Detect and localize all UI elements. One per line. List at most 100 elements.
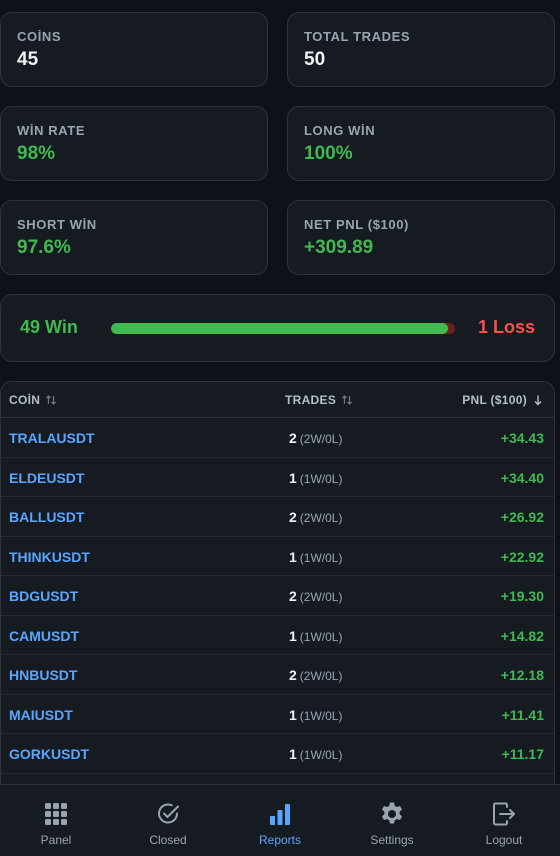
pnl-cell: +22.92 <box>500 548 544 565</box>
table-row[interactable]: CAMUSDT 1 (1W/0L) +14.82 <box>1 616 554 655</box>
stat-value: +309.89 <box>304 237 374 258</box>
coin-link[interactable]: MAIUSDT <box>9 707 73 723</box>
nav-panel[interactable]: Panel <box>0 785 112 856</box>
win-loss-breakdown: (1W/0L) <box>299 550 343 565</box>
win-loss-breakdown: (2W/0L) <box>299 511 343 525</box>
coin-link[interactable]: CAMUSDT <box>9 628 79 644</box>
trade-count: 2 <box>289 588 297 604</box>
pnl-cell: +11.17 <box>501 746 544 762</box>
bottom-nav: Panel Closed Reports Settings Logout <box>0 784 560 856</box>
pnl-cell: +34.43 <box>500 430 544 446</box>
column-header-label: TRADES <box>285 393 337 407</box>
stat-value: 97.6% <box>17 237 71 258</box>
win-loss-breakdown: (1W/0L) <box>299 708 343 723</box>
stat-card-short-win: SHORT WİN 97.6% <box>0 200 268 275</box>
stat-label: LONG WİN <box>304 123 376 138</box>
table-row[interactable]: THINKUSDT 1 (1W/0L) +22.92 <box>1 537 554 576</box>
nav-label: Logout <box>485 833 523 847</box>
table-row[interactable]: MAIUSDT 1 (1W/0L) +11.41 <box>1 695 554 734</box>
column-header-pnl[interactable]: PNL ($100) <box>462 393 544 407</box>
win-count: 49 Win <box>20 317 78 337</box>
column-header-coin[interactable]: COİN <box>9 393 57 407</box>
coin-link[interactable]: GORKUSDT <box>9 746 89 762</box>
pnl-cell: +14.82 <box>500 627 544 644</box>
check-circle-icon <box>158 803 179 824</box>
table-row[interactable]: TRALAUSDT 2 (2W/0L) +34.43 <box>1 418 554 458</box>
stat-card-long-win: LONG WİN 100% <box>287 106 555 181</box>
nav-label: Closed <box>149 833 187 847</box>
trade-count: 1 <box>289 469 297 486</box>
trade-count: 1 <box>289 746 297 762</box>
coin-table: COİN TRADES PNL ($100) TRALAUSDT 2 (2W/0L… <box>0 381 555 801</box>
nav-label: Settings <box>370 833 414 847</box>
trades-cell: 1 (1W/0L) <box>289 746 342 762</box>
trades-cell: 1 (1W/0L) <box>289 707 342 723</box>
trades-cell: 1 (1W/0L) <box>289 470 342 486</box>
stat-label: WİN RATE <box>17 123 86 138</box>
stat-value: 98% <box>17 143 56 164</box>
trades-cell: 1 (1W/0L) <box>289 549 342 565</box>
trades-cell: 1 (1W/0L) <box>289 628 342 644</box>
column-header-label: COİN <box>9 393 41 407</box>
win-loss-breakdown: (2W/0L) <box>299 590 343 604</box>
nav-label: Reports <box>258 833 302 847</box>
sort-icon <box>342 395 353 405</box>
table-row[interactable]: BDGUSDT 2 (2W/0L) +19.30 <box>1 576 554 616</box>
loss-count: 1 Loss <box>477 317 535 337</box>
pnl-cell: +26.92 <box>500 509 544 525</box>
pnl-cell: +19.30 <box>500 588 544 604</box>
trade-count: 1 <box>289 548 297 565</box>
stat-card-total-trades: TOTAL TRADES 50 <box>287 12 555 87</box>
sort-icon <box>46 395 57 405</box>
table-row[interactable]: ELDEUSDT 1 (1W/0L) +34.40 <box>1 458 554 497</box>
logout-icon <box>493 802 515 826</box>
coin-link[interactable]: BDGUSDT <box>9 588 78 604</box>
coin-link[interactable]: THINKUSDT <box>9 549 90 565</box>
win-loss-breakdown: (2W/0L) <box>299 669 343 683</box>
trade-count: 2 <box>289 509 297 525</box>
win-loss-breakdown: (1W/0L) <box>299 748 343 762</box>
stat-label: SHORT WİN <box>17 217 97 232</box>
trade-count: 1 <box>289 706 297 723</box>
nav-label: Panel <box>40 833 72 847</box>
grid-icon <box>45 803 67 825</box>
stat-card-coins: COİNS 45 <box>0 12 268 87</box>
stat-value: 45 <box>17 49 39 70</box>
nav-closed[interactable]: Closed <box>112 785 224 856</box>
stat-card-net-pnl: NET PNL ($100) +309.89 <box>287 200 555 275</box>
trades-cell: 2 (2W/0L) <box>289 509 342 525</box>
stat-value: 50 <box>304 49 326 70</box>
gear-icon <box>382 802 402 824</box>
sort-desc-icon <box>534 395 542 406</box>
win-loss-bar <box>111 323 455 334</box>
stat-label: COİNS <box>17 29 62 44</box>
trade-count: 2 <box>289 430 297 446</box>
trades-cell: 2 (2W/0L) <box>289 430 342 446</box>
coin-link[interactable]: HNBUSDT <box>9 667 77 683</box>
table-row[interactable]: HNBUSDT 2 (2W/0L) +12.18 <box>1 655 554 695</box>
stat-value: 100% <box>304 143 353 164</box>
nav-reports[interactable]: Reports <box>224 785 336 856</box>
table-header: COİN TRADES PNL ($100) <box>1 382 554 418</box>
trade-count: 1 <box>289 627 297 644</box>
pnl-cell: +11.41 <box>501 706 544 723</box>
coin-link[interactable]: ELDEUSDT <box>9 470 84 486</box>
table-row[interactable]: BALLUSDT 2 (2W/0L) +26.92 <box>1 497 554 537</box>
nav-logout[interactable]: Logout <box>448 785 560 856</box>
nav-settings[interactable]: Settings <box>336 785 448 856</box>
trades-cell: 2 (2W/0L) <box>289 667 342 683</box>
column-header-trades[interactable]: TRADES <box>285 393 353 407</box>
pnl-cell: +12.18 <box>500 667 544 683</box>
column-header-label: PNL ($100) <box>462 393 527 407</box>
bar-chart-icon <box>270 804 290 825</box>
coin-link[interactable]: TRALAUSDT <box>9 430 95 446</box>
trade-count: 2 <box>289 667 297 683</box>
pnl-cell: +34.40 <box>500 469 544 486</box>
stat-card-win-rate: WİN RATE 98% <box>0 106 268 181</box>
table-row[interactable]: GORKUSDT 1 (1W/0L) +11.17 <box>1 734 554 774</box>
coin-link[interactable]: BALLUSDT <box>9 509 84 525</box>
win-loss-card: 49 Win 1 Loss <box>0 294 555 362</box>
stat-label: NET PNL ($100) <box>304 217 409 232</box>
win-loss-breakdown: (2W/0L) <box>299 432 343 446</box>
win-loss-breakdown: (1W/0L) <box>299 629 343 644</box>
